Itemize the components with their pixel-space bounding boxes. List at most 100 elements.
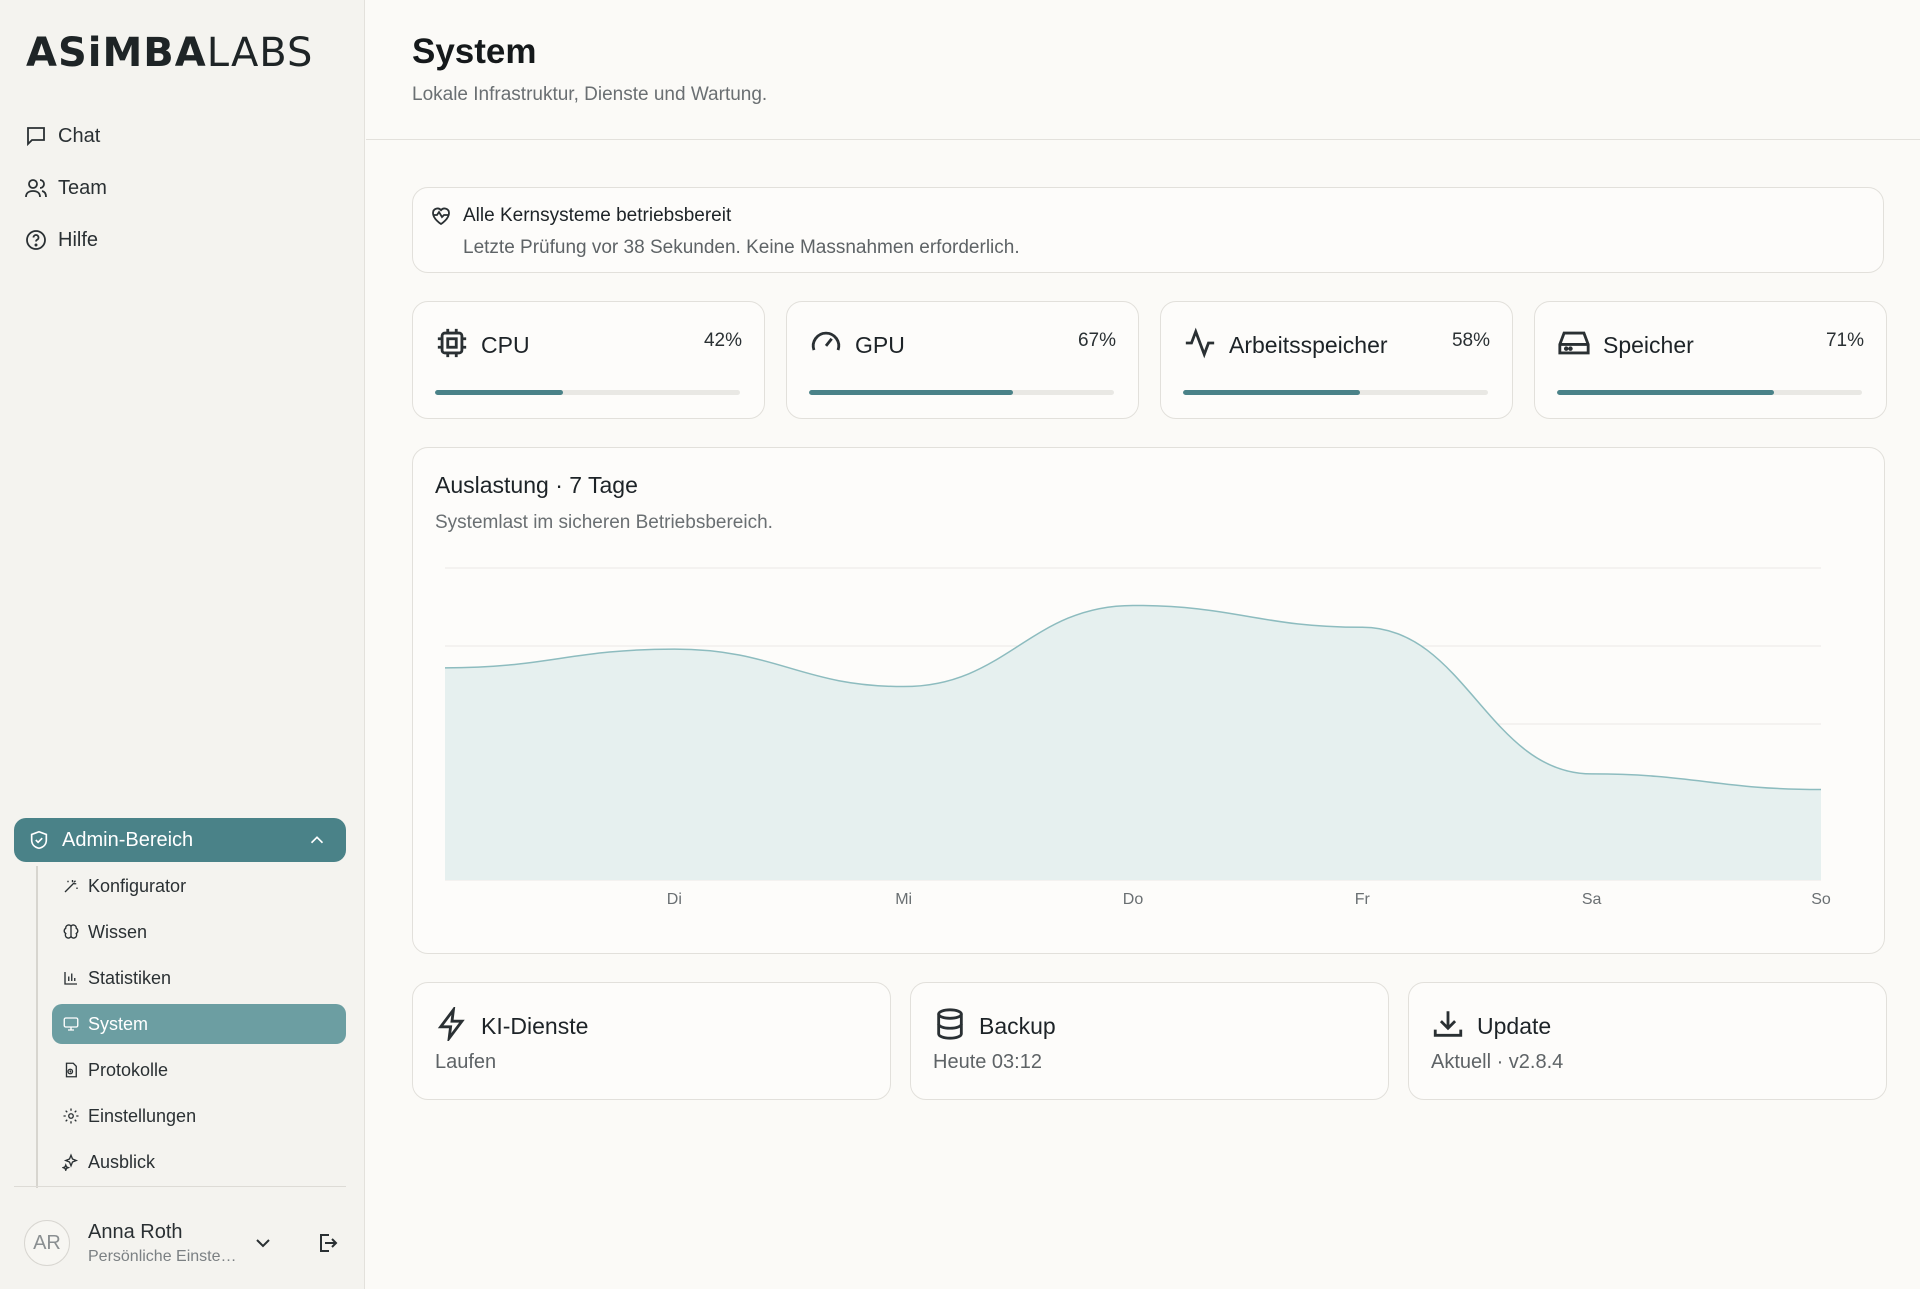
sidebar-item-label: Statistiken [88, 967, 172, 988]
metric-card-cpu: CPU 42% [412, 301, 765, 419]
metric-bar [1183, 390, 1488, 395]
metric-bar-fill [435, 390, 564, 395]
user-menu-button[interactable] [246, 1226, 280, 1260]
metric-card-arbeitsspeicher: Arbeitsspeicher 58% [1160, 301, 1513, 419]
sidebar-item-label: Einstellungen [88, 1105, 197, 1126]
nav-item-team[interactable]: Team [24, 162, 344, 214]
user-name: Anna Roth [88, 1220, 183, 1243]
cpu-icon [437, 328, 467, 358]
shield-icon [30, 830, 48, 850]
status-title: Alle Kernsysteme betriebsbereit [463, 205, 732, 226]
wand-icon [64, 880, 78, 893]
help-icon [26, 230, 46, 250]
service-card-backup: Backup Heute 03:12 [910, 982, 1389, 1100]
sidebar-item-wissen[interactable]: Wissen [52, 912, 346, 952]
sidebar-item-konfigurator[interactable]: Konfigurator [52, 866, 346, 906]
nav-item-hilfe[interactable]: Hilfe [24, 214, 344, 266]
service-card-update: Update Aktuell · v2.8.4 [1408, 982, 1887, 1100]
metric-label: CPU [481, 332, 530, 358]
download-icon [1433, 1011, 1463, 1037]
metric-value: 71% [1825, 330, 1864, 351]
metric-bar-fill [809, 390, 1014, 395]
load-chart: Di Mi Do Fr Sa So [444, 567, 1831, 908]
activity-icon [1185, 327, 1215, 359]
page-title: System [412, 32, 537, 71]
nav-item-label: Chat [58, 124, 101, 147]
avatar[interactable]: AR [24, 1220, 70, 1266]
metric-value: 67% [1077, 330, 1116, 351]
service-label: Update [1477, 1013, 1552, 1039]
logout-button[interactable] [310, 1226, 344, 1260]
bar-chart-icon [64, 972, 77, 985]
nav-item-label: Team [58, 176, 107, 199]
admin-subnav: Konfigurator Wissen Statistiken System P… [36, 866, 346, 1188]
status-detail: Letzte Prüfung vor 38 Sekunden. Keine Ma… [463, 237, 1020, 258]
sidebar-item-protokolle[interactable]: Protokolle [52, 1050, 346, 1090]
hard-drive-icon [1558, 331, 1590, 355]
sidebar-item-label: System [88, 1013, 149, 1034]
metric-card-speicher: Speicher 71% [1534, 301, 1887, 419]
sidebar-item-label: Konfigurator [88, 875, 187, 896]
brand-logo[interactable]: ASiMBA LABS [26, 30, 314, 76]
user-panel: AR Anna Roth Persönliche Einstellungen [24, 1218, 344, 1268]
chart-tick-label: Do [1123, 891, 1144, 908]
service-label: Backup [979, 1013, 1056, 1039]
user-info[interactable]: Anna Roth Persönliche Einstellungen [88, 1221, 238, 1266]
metric-label: Speicher [1603, 332, 1694, 358]
sidebar-item-statistiken[interactable]: Statistiken [52, 958, 346, 998]
user-subtitle: Persönliche Einstellungen [88, 1247, 238, 1265]
service-value: Heute 03:12 [933, 1051, 1042, 1073]
metric-value: 58% [1451, 330, 1490, 351]
sidebar-item-einstellungen[interactable]: Einstellungen [52, 1096, 346, 1136]
users-icon [25, 179, 47, 198]
sidebar-item-label: Protokolle [88, 1059, 169, 1080]
bolt-icon [437, 1007, 465, 1041]
service-card-ki-dienste: KI-Dienste Laufen [412, 982, 891, 1100]
nav-item-chat[interactable]: Chat [24, 110, 344, 162]
metric-bar [435, 390, 740, 395]
service-value: Laufen [435, 1051, 497, 1073]
logo-strong: ASiMBA [26, 30, 207, 76]
chevron-up-icon [310, 836, 324, 844]
chart-tick-label: So [1811, 891, 1831, 908]
service-label: KI-Dienste [481, 1013, 589, 1039]
nav-item-label: Hilfe [58, 228, 99, 251]
chat-icon [27, 127, 45, 147]
admin-section-toggle[interactable]: Admin-Bereich [14, 818, 346, 862]
chart-tick-label: Sa [1582, 891, 1602, 908]
heart-pulse-icon [432, 207, 450, 226]
metric-bar-fill [1557, 390, 1774, 395]
sparkles-icon [62, 1153, 79, 1171]
page-subtitle: Lokale Infrastruktur, Dienste und Wartun… [412, 84, 768, 105]
sidebar-item-label: Wissen [88, 921, 148, 942]
sidebar-divider [14, 1186, 346, 1187]
main-content: System Lokale Infrastruktur, Dienste und… [366, 0, 1920, 1289]
monitor-icon [63, 1017, 79, 1031]
metric-label: Arbeitsspeicher [1229, 332, 1388, 358]
status-banner: Alle Kernsysteme betriebsbereit Letzte P… [412, 187, 1884, 273]
logo-light: LABS [206, 30, 314, 76]
metric-label: GPU [855, 332, 905, 358]
chart-area [445, 605, 1821, 880]
page-header: System Lokale Infrastruktur, Dienste und… [366, 0, 1920, 140]
chart-tick-label: Fr [1355, 891, 1371, 908]
sidebar-item-label: Ausblick [88, 1151, 156, 1172]
database-icon [937, 1008, 963, 1040]
chevron-down-icon [256, 1239, 270, 1248]
admin-section-label: Admin-Bereich [62, 828, 194, 851]
sidebar-item-ausblick[interactable]: Ausblick [52, 1142, 346, 1182]
sidebar-item-system[interactable]: System [52, 1004, 346, 1044]
log-icon [65, 1062, 77, 1078]
chart-tick-label: Di [667, 891, 682, 908]
service-value: Aktuell · v2.8.4 [1431, 1051, 1564, 1073]
load-chart-card: Auslastung · 7 Tage Systemlast im sicher… [412, 447, 1885, 954]
metric-bar-fill [1183, 390, 1360, 395]
sidebar: ASiMBA LABS Chat Team Hilfe Admin-Bereich… [0, 0, 365, 1289]
gear-icon [63, 1108, 79, 1124]
metric-bar [809, 390, 1114, 395]
chart-tick-label: Mi [895, 891, 912, 908]
metric-card-gpu: GPU 67% [786, 301, 1139, 419]
logout-icon [320, 1234, 338, 1252]
gauge-icon [811, 331, 841, 351]
brain-icon [63, 924, 79, 939]
